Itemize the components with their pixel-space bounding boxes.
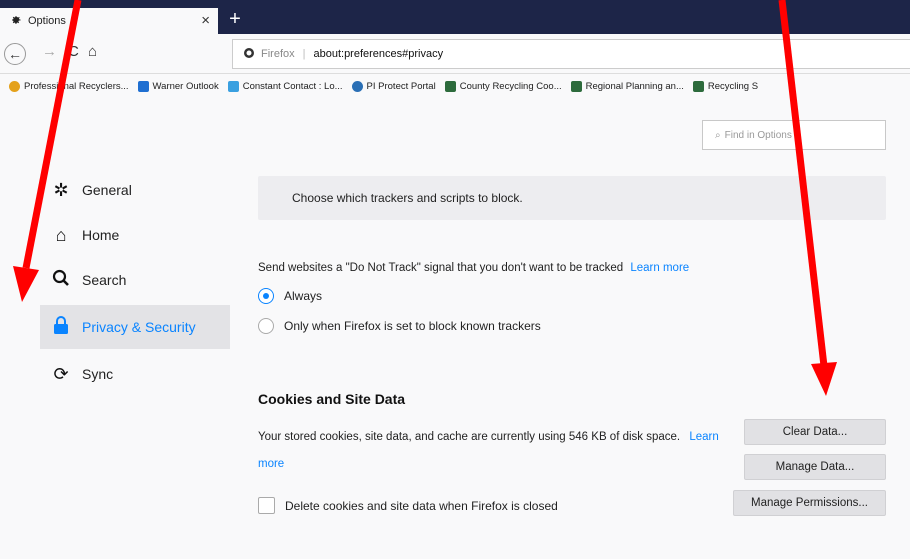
sidebar-item-general[interactable]: ✲ General <box>40 168 230 212</box>
tab-strip: Options × + <box>0 0 910 34</box>
navigation-bar: ← → C ⌂ Firefox | about:preferences#priv… <box>0 34 910 74</box>
bookmark-label: Constant Contact : Lo... <box>242 80 343 92</box>
close-icon[interactable]: × <box>201 12 210 29</box>
new-tab-button[interactable]: + <box>225 9 245 31</box>
cookies-section-title: Cookies and Site Data <box>258 391 406 407</box>
search-placeholder: Find in Options <box>724 129 792 141</box>
checkbox[interactable] <box>258 497 275 514</box>
bookmark-favicon-icon <box>570 80 582 92</box>
sidebar-item-label: Privacy & Security <box>82 319 196 335</box>
sidebar-item-label: Sync <box>82 366 114 382</box>
radio-button[interactable] <box>258 288 274 304</box>
reload-button[interactable]: C <box>68 43 79 60</box>
firefox-logo-icon <box>243 47 255 62</box>
manage-permissions-button[interactable]: Manage Permissions... <box>733 490 886 516</box>
dnt-option-always[interactable]: Always <box>258 288 322 304</box>
bookmark-item[interactable]: Regional Planning an... <box>570 80 684 92</box>
search-icon <box>50 269 72 292</box>
dnt-option-known-trackers[interactable]: Only when Firefox is set to block known … <box>258 318 541 334</box>
bookmark-item[interactable]: Recycling S <box>692 80 759 92</box>
tracker-info-box: Choose which trackers and scripts to blo… <box>258 176 886 220</box>
sidebar-item-home[interactable]: ⌂ Home <box>40 213 230 257</box>
bookmark-label: Regional Planning an... <box>585 80 684 92</box>
back-button[interactable]: ← <box>4 43 26 65</box>
bookmark-favicon-icon <box>444 80 456 92</box>
url-bar[interactable]: Firefox | about:preferences#privacy <box>232 39 910 69</box>
do-not-track-text: Send websites a "Do Not Track" signal th… <box>258 262 624 274</box>
sidebar-item-sync[interactable]: ⟳ Sync <box>40 352 230 396</box>
bookmark-favicon-icon <box>692 80 704 92</box>
sidebar-item-privacy-security[interactable]: Privacy & Security <box>40 305 230 349</box>
preferences-page: ⌕ Find in Options ✲ General ⌂ Home Searc… <box>0 98 910 559</box>
radio-label: Always <box>284 289 323 303</box>
bookmarks-bar: Professional Recyclers... Warner Outlook… <box>0 74 910 98</box>
clear-data-button[interactable]: Clear Data... <box>744 419 886 445</box>
bookmark-item[interactable]: PI Protect Portal <box>351 80 436 92</box>
bookmark-label: Warner Outlook <box>152 80 219 92</box>
gear-icon: ✲ <box>53 179 69 200</box>
bookmark-item[interactable]: Constant Contact : Lo... <box>227 80 343 92</box>
url-brand: Firefox <box>261 48 295 60</box>
sync-icon: ⟳ <box>53 363 69 384</box>
sidebar-item-label: Search <box>82 272 127 288</box>
bookmark-favicon-icon <box>9 80 20 92</box>
radio-button[interactable] <box>258 318 274 334</box>
sidebar-item-label: Home <box>82 227 120 243</box>
delete-cookies-option[interactable]: Delete cookies and site data when Firefo… <box>258 497 558 514</box>
dnt-learn-more-link[interactable]: Learn more <box>630 262 689 274</box>
bookmark-favicon-icon <box>227 80 239 92</box>
manage-data-button[interactable]: Manage Data... <box>744 454 886 480</box>
bookmark-favicon-icon <box>351 80 363 92</box>
checkbox-label: Delete cookies and site data when Firefo… <box>285 498 558 513</box>
bookmark-item[interactable]: Warner Outlook <box>137 80 219 92</box>
radio-label: Only when Firefox is set to block known … <box>284 319 541 333</box>
bookmark-favicon-icon <box>137 80 149 92</box>
gear-icon <box>10 14 22 29</box>
cookies-usage-text: Your stored cookies, site data, and cach… <box>258 431 681 443</box>
bookmark-label: Professional Recyclers... <box>24 80 129 92</box>
find-in-options-input[interactable]: ⌕ Find in Options <box>702 120 886 150</box>
cookies-description: Your stored cookies, site data, and cach… <box>258 424 728 478</box>
forward-button[interactable]: → <box>42 43 57 60</box>
sidebar-item-label: General <box>82 182 132 198</box>
sidebar-item-search[interactable]: Search <box>40 258 230 302</box>
url-separator: | <box>302 48 306 60</box>
url-text[interactable]: about:preferences#privacy <box>313 48 443 60</box>
tab-options[interactable]: Options × <box>0 8 218 34</box>
lock-icon <box>50 315 72 339</box>
bookmark-label: PI Protect Portal <box>366 80 436 92</box>
search-icon: ⌕ <box>715 129 721 141</box>
bookmark-item[interactable]: County Recycling Coo... <box>444 80 562 92</box>
tab-title: Options <box>28 15 66 27</box>
home-icon: ⌂ <box>55 224 67 245</box>
do-not-track-label: Send websites a "Do Not Track" signal th… <box>258 262 689 274</box>
tracker-text: Choose which trackers and scripts to blo… <box>292 191 523 205</box>
home-button[interactable]: ⌂ <box>88 43 97 60</box>
bookmark-label: Recycling S <box>707 80 759 92</box>
bookmark-item[interactable]: Professional Recyclers... <box>9 80 129 92</box>
bookmark-label: County Recycling Coo... <box>459 80 562 92</box>
